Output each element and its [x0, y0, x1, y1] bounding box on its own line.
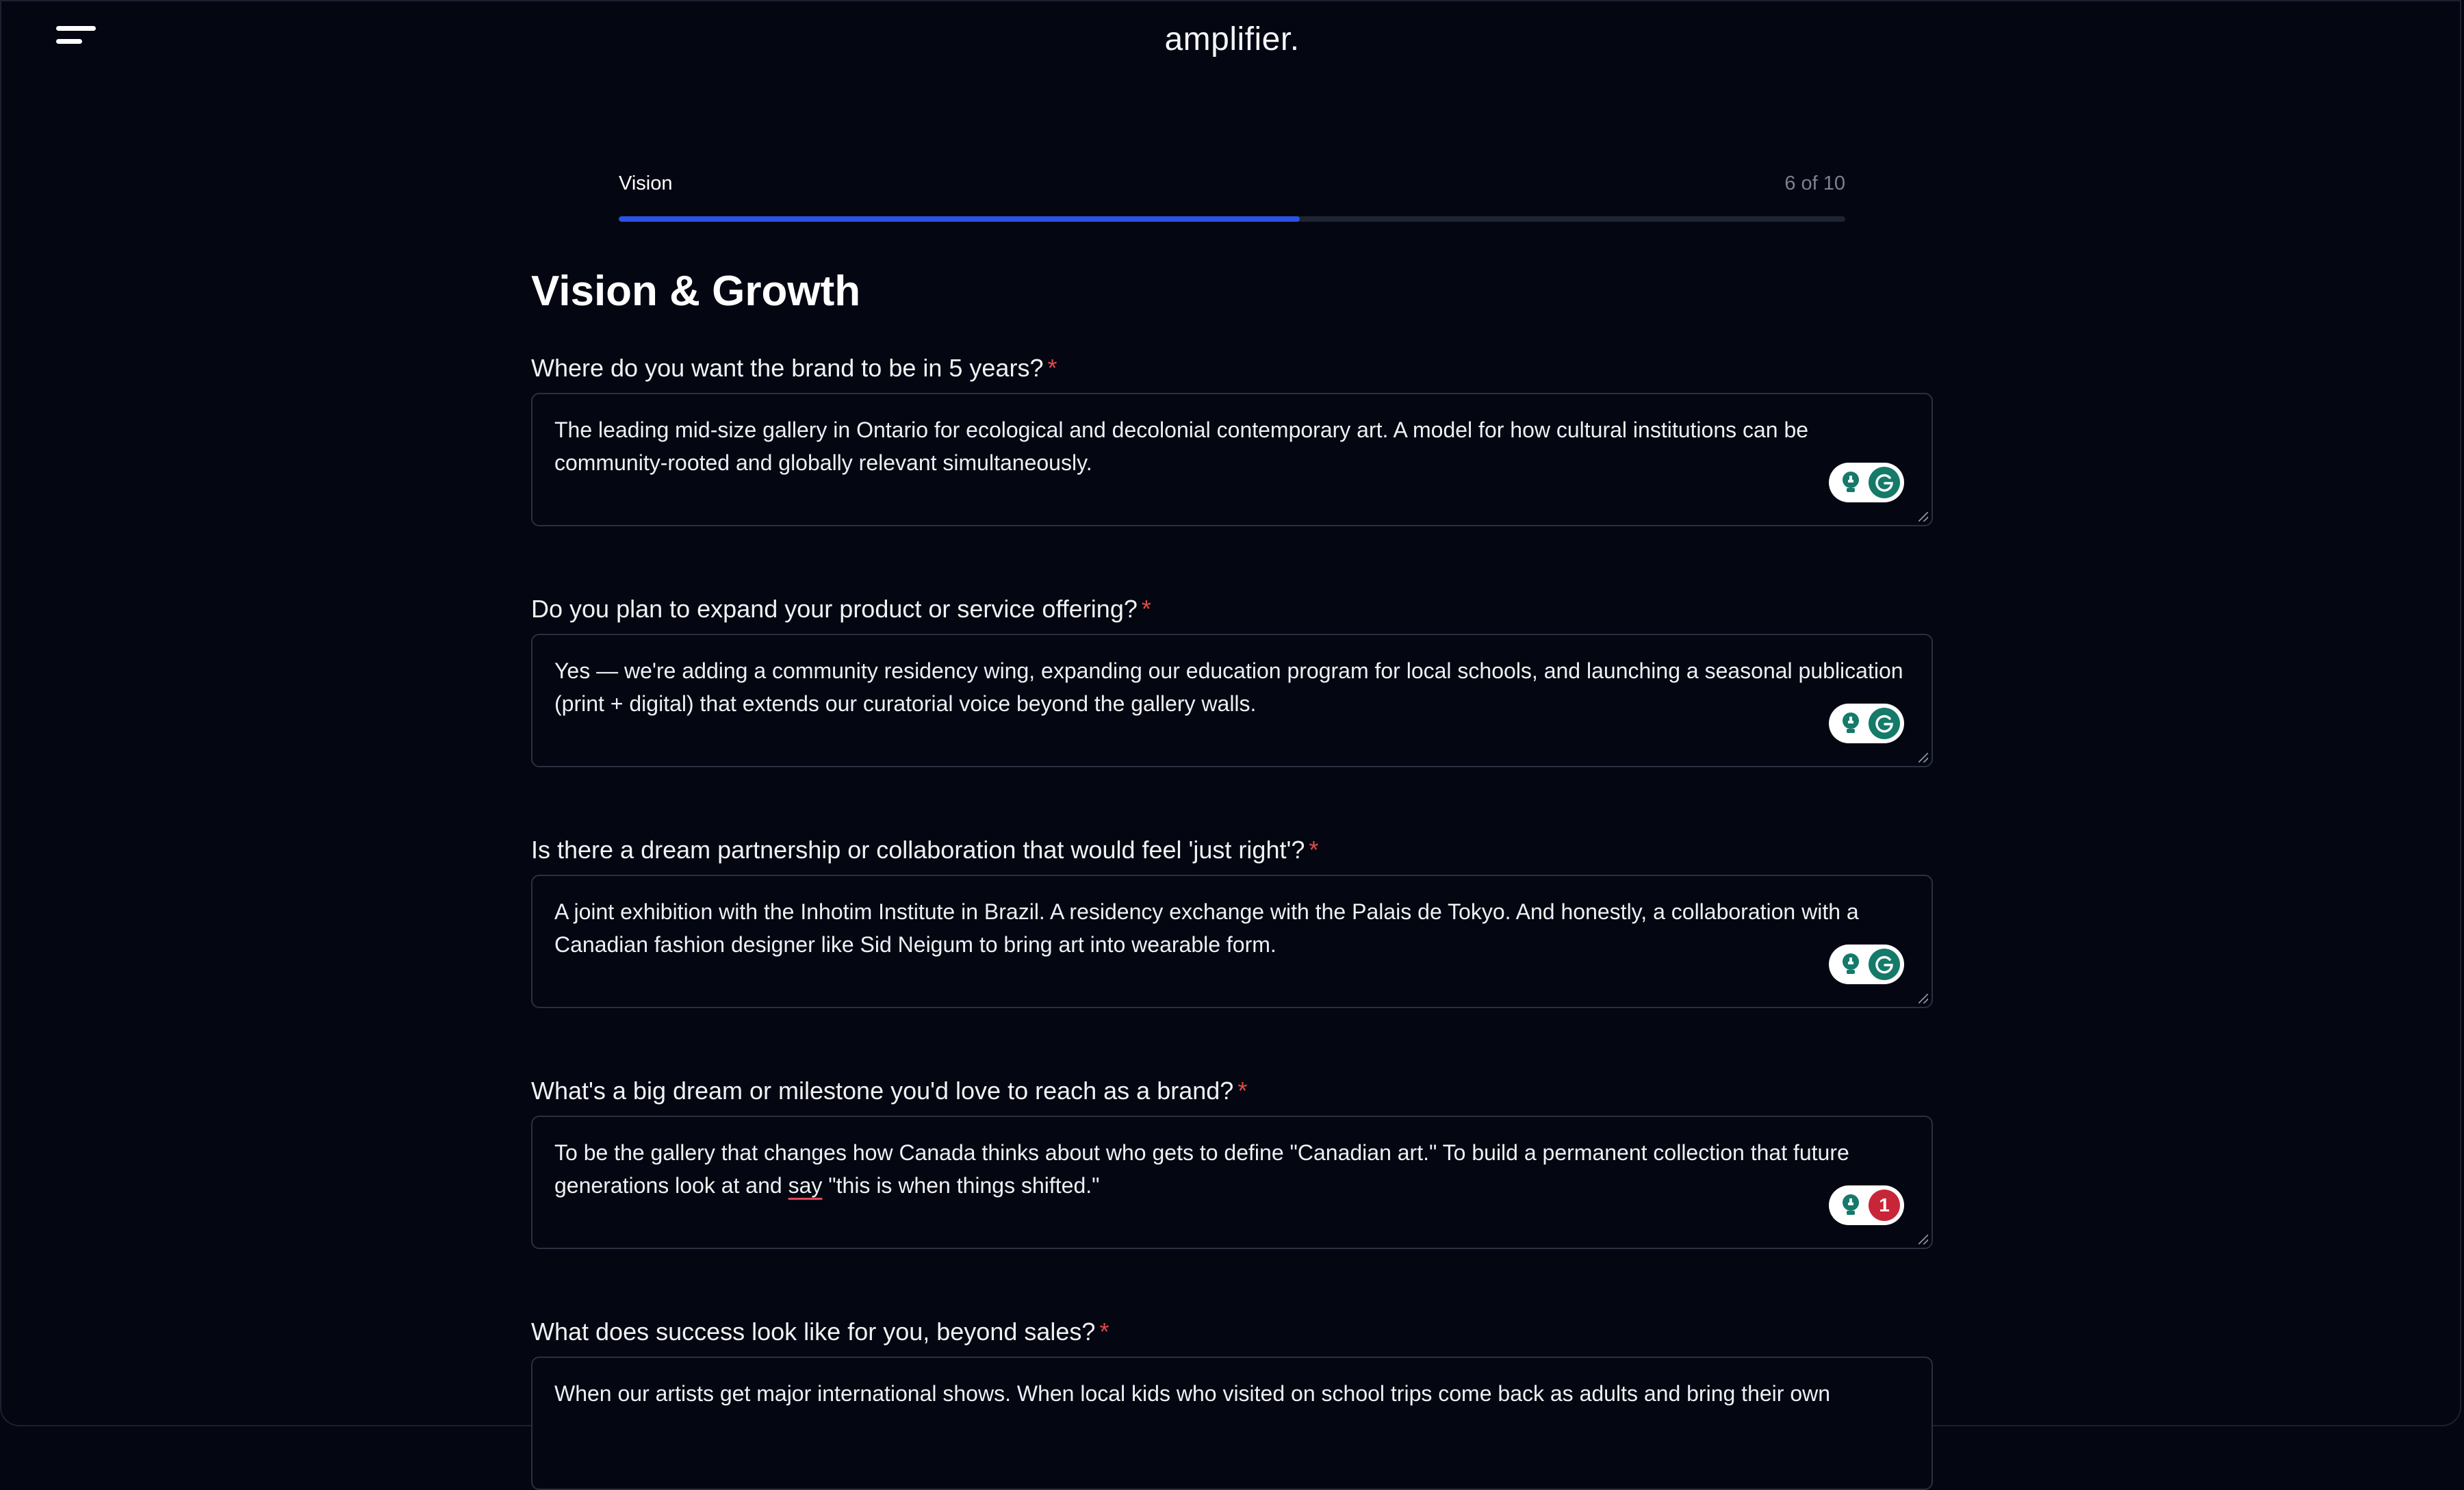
lightbulb-icon[interactable] [1838, 710, 1863, 736]
answer-textarea[interactable]: The leading mid-size gallery in Ontario … [531, 393, 1933, 526]
resize-handle-icon[interactable] [1918, 753, 1928, 762]
answer-textarea[interactable]: A joint exhibition with the Inhotim Inst… [531, 875, 1933, 1008]
writing-assistant-widget[interactable] [1829, 945, 1904, 984]
lightbulb-icon[interactable] [1838, 951, 1863, 977]
answer-textarea[interactable]: To be the gallery that changes how Canad… [531, 1116, 1933, 1249]
question-block: What does success look like for you, bey… [531, 1318, 1933, 1490]
required-marker: * [1099, 1318, 1109, 1346]
required-marker: * [1237, 1077, 1248, 1105]
progress-bar-fill [619, 216, 1300, 222]
question-label: What's a big dream or milestone you'd lo… [531, 1077, 1248, 1105]
resize-handle-icon[interactable] [1918, 1235, 1928, 1244]
issue-count-badge[interactable]: 1 [1869, 1190, 1900, 1221]
lightbulb-icon[interactable] [1838, 470, 1863, 496]
writing-assistant-widget[interactable] [1829, 463, 1904, 502]
page-title: Vision & Growth [531, 268, 861, 315]
answer-text: The leading mid-size gallery in Ontario … [554, 418, 1809, 475]
grammarly-icon[interactable] [1869, 467, 1900, 498]
question-block: Where do you want the brand to be in 5 y… [531, 354, 1933, 526]
required-marker: * [1141, 595, 1151, 623]
app-logo: amplifier. [1164, 21, 1300, 57]
grammarly-icon[interactable] [1869, 708, 1900, 739]
writing-assistant-widget[interactable]: 1 [1829, 1185, 1904, 1225]
question-label: Is there a dream partnership or collabor… [531, 836, 1319, 864]
answer-textarea[interactable]: When our artists get major international… [531, 1357, 1933, 1490]
answer-text: A joint exhibition with the Inhotim Inst… [554, 899, 1859, 957]
resize-handle-icon[interactable] [1918, 512, 1928, 522]
answer-text: Yes — we're adding a community residency… [554, 658, 1903, 716]
progress-bar [619, 216, 1845, 222]
writing-assistant-widget[interactable] [1829, 704, 1904, 743]
question-label: Do you plan to expand your product or se… [531, 595, 1151, 623]
grammarly-icon[interactable] [1869, 949, 1900, 980]
question-block: What's a big dream or milestone you'd lo… [531, 1077, 1933, 1249]
question-block: Is there a dream partnership or collabor… [531, 836, 1933, 1008]
resize-handle-icon[interactable] [1918, 994, 1928, 1003]
progress-count: 6 of 10 [1784, 172, 1845, 194]
answer-textarea[interactable]: Yes — we're adding a community residency… [531, 634, 1933, 767]
progress-step-name: Vision [619, 172, 673, 194]
question-label: What does success look like for you, bey… [531, 1318, 1109, 1346]
answer-text: When our artists get major international… [554, 1381, 1831, 1406]
required-marker: * [1309, 836, 1319, 864]
flagged-word[interactable]: say [788, 1173, 823, 1198]
progress-header: Vision 6 of 10 [619, 172, 1845, 195]
lightbulb-icon[interactable] [1838, 1192, 1863, 1218]
required-marker: * [1047, 354, 1057, 382]
question-block: Do you plan to expand your product or se… [531, 595, 1933, 767]
question-label: Where do you want the brand to be in 5 y… [531, 354, 1057, 382]
answer-text: To be the gallery that changes how Canad… [554, 1140, 1849, 1198]
